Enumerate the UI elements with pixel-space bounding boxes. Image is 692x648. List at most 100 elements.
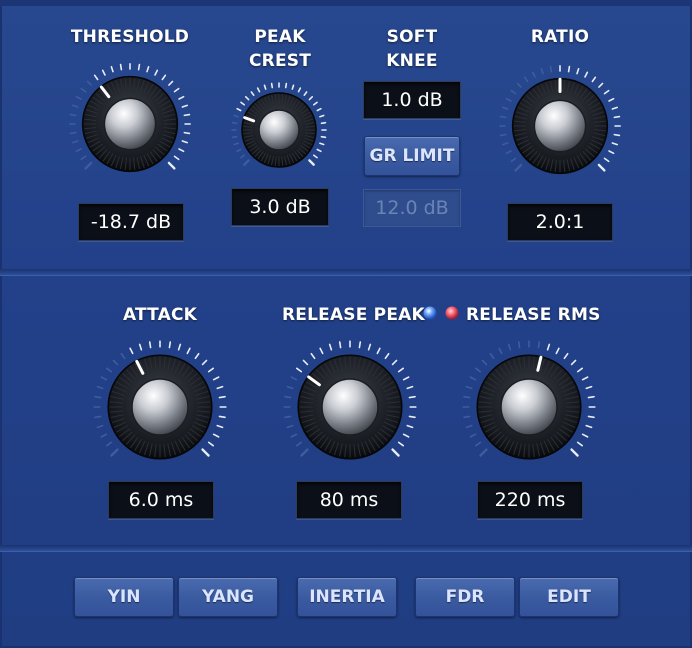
knob-scale-tick bbox=[207, 441, 215, 447]
knob-scale-tick bbox=[161, 74, 167, 81]
knob-cap bbox=[500, 378, 558, 436]
knob-scale-tick bbox=[218, 415, 226, 419]
release-peak-knob[interactable] bbox=[280, 337, 420, 477]
knob-scale-tick bbox=[581, 376, 589, 381]
knob-cap bbox=[258, 109, 300, 151]
knob-scale-tick bbox=[608, 150, 615, 155]
knob-scale-tick bbox=[523, 76, 529, 83]
knob-scale-tick bbox=[100, 376, 108, 381]
knob-scale-tick bbox=[284, 415, 292, 419]
section-divider-top bbox=[0, 269, 692, 275]
knob-scale-tick bbox=[505, 150, 512, 155]
knob-scale-tick bbox=[233, 142, 239, 146]
knob-scale-tick bbox=[567, 65, 571, 73]
knob-scale-tick bbox=[96, 385, 104, 390]
peak-crest-label-line2: CREST bbox=[248, 51, 312, 71]
knob-scale-tick bbox=[598, 82, 604, 88]
knob-scale-tick bbox=[319, 142, 325, 146]
knob-scale-tick bbox=[376, 347, 381, 355]
soft-knee-display[interactable]: 1.0 dB bbox=[363, 81, 461, 119]
knob-scale-tick bbox=[284, 82, 288, 89]
knob-scale-tick bbox=[94, 415, 102, 419]
knob-scale-tick bbox=[576, 67, 580, 75]
peak-crest-display[interactable]: 3.0 dB bbox=[231, 188, 329, 226]
knob-scale-tick bbox=[308, 95, 314, 101]
knob-scale-tick bbox=[181, 104, 189, 108]
knob-scale-tick bbox=[105, 367, 113, 373]
knob-scale-tick bbox=[100, 433, 108, 438]
threshold-display[interactable]: -18.7 dB bbox=[78, 203, 184, 241]
peak-crest-knob[interactable] bbox=[229, 80, 329, 180]
knob-scale-tick bbox=[465, 424, 473, 429]
knob-scale-tick bbox=[469, 433, 477, 438]
knob-scale-tick bbox=[284, 395, 292, 399]
red-led-icon bbox=[445, 306, 459, 320]
edit-button[interactable]: EDIT bbox=[519, 577, 619, 617]
knob-scale-tick bbox=[463, 395, 471, 399]
ratio-display[interactable]: 2.0:1 bbox=[507, 203, 613, 241]
release-rms-knob[interactable] bbox=[459, 337, 599, 477]
knob-scale-tick bbox=[406, 385, 414, 390]
knob-scale-tick bbox=[611, 142, 619, 146]
knob-scale-tick bbox=[408, 415, 416, 419]
knob-scale-tick bbox=[474, 367, 482, 373]
knob-scale-tick bbox=[263, 84, 267, 90]
knob-scale-tick bbox=[302, 359, 309, 366]
compressor-panel: THRESHOLD -18.7 dB PEAK CREST 3.0 dB SOF… bbox=[0, 0, 692, 648]
knob-scale-tick bbox=[256, 87, 261, 93]
attack-display[interactable]: 6.0 ms bbox=[108, 481, 214, 519]
ratio-knob[interactable] bbox=[496, 62, 624, 190]
knob-scale-tick bbox=[546, 343, 551, 351]
knob-scale-tick bbox=[75, 95, 82, 100]
attack-knob[interactable] bbox=[90, 337, 230, 477]
knob-scale-tick bbox=[479, 448, 488, 457]
knob-scale-tick bbox=[489, 352, 495, 360]
knob-scale-tick bbox=[312, 154, 318, 159]
knob-scale-tick bbox=[501, 106, 509, 110]
knob-scale-tick bbox=[585, 424, 593, 429]
knob-scale-tick bbox=[290, 376, 298, 381]
knob-scale-tick bbox=[555, 347, 560, 355]
knob-scale-tick bbox=[216, 385, 224, 390]
knob-scale-tick bbox=[537, 341, 541, 349]
gr-limit-display[interactable]: 12.0 dB bbox=[363, 189, 461, 227]
knob-scale-tick bbox=[186, 347, 191, 355]
knob-scale-tick bbox=[295, 367, 303, 373]
release-peak-label: RELEASE PEAK bbox=[282, 305, 425, 325]
blue-led-icon bbox=[423, 306, 437, 320]
knob-scale-tick bbox=[501, 142, 509, 146]
knob-scale-tick bbox=[303, 91, 308, 97]
knob-scale-tick bbox=[581, 433, 589, 438]
knob-scale-tick bbox=[397, 367, 405, 373]
knob-scale-tick bbox=[93, 74, 99, 81]
knob-scale-tick bbox=[201, 359, 208, 366]
knob-scale-tick bbox=[178, 148, 185, 153]
yin-button[interactable]: YIN bbox=[74, 577, 174, 617]
knob-scale-tick bbox=[270, 82, 274, 89]
knob-scale-tick bbox=[236, 107, 242, 112]
knob-scale-tick bbox=[105, 441, 113, 447]
knob-scale-tick bbox=[183, 131, 191, 135]
knob-scale-tick bbox=[154, 69, 159, 76]
knob-scale-tick bbox=[216, 424, 224, 429]
knob-scale-tick bbox=[587, 415, 595, 419]
knob-scale-tick bbox=[110, 448, 119, 457]
knob-scale-tick bbox=[194, 352, 200, 360]
knob-scale-tick bbox=[316, 107, 322, 112]
knob-scale-tick bbox=[240, 154, 246, 159]
knob-scale-tick bbox=[316, 148, 322, 153]
knob-scale-tick bbox=[499, 133, 507, 137]
gr-limit-button[interactable]: GR LIMIT bbox=[364, 136, 460, 176]
inertia-button[interactable]: INERTIA bbox=[297, 577, 397, 617]
release-rms-display[interactable]: 220 ms bbox=[477, 481, 583, 519]
knob-scale-tick bbox=[300, 448, 309, 457]
knob-scale-tick bbox=[173, 87, 180, 93]
knob-scale-tick bbox=[367, 343, 372, 351]
fdr-button[interactable]: FDR bbox=[415, 577, 515, 617]
yang-button[interactable]: YANG bbox=[178, 577, 278, 617]
knob-scale-tick bbox=[201, 448, 210, 457]
knob-scale-tick bbox=[207, 367, 215, 373]
release-peak-display[interactable]: 80 ms bbox=[296, 481, 402, 519]
knob-scale-tick bbox=[181, 140, 189, 144]
threshold-knob[interactable] bbox=[66, 60, 194, 188]
